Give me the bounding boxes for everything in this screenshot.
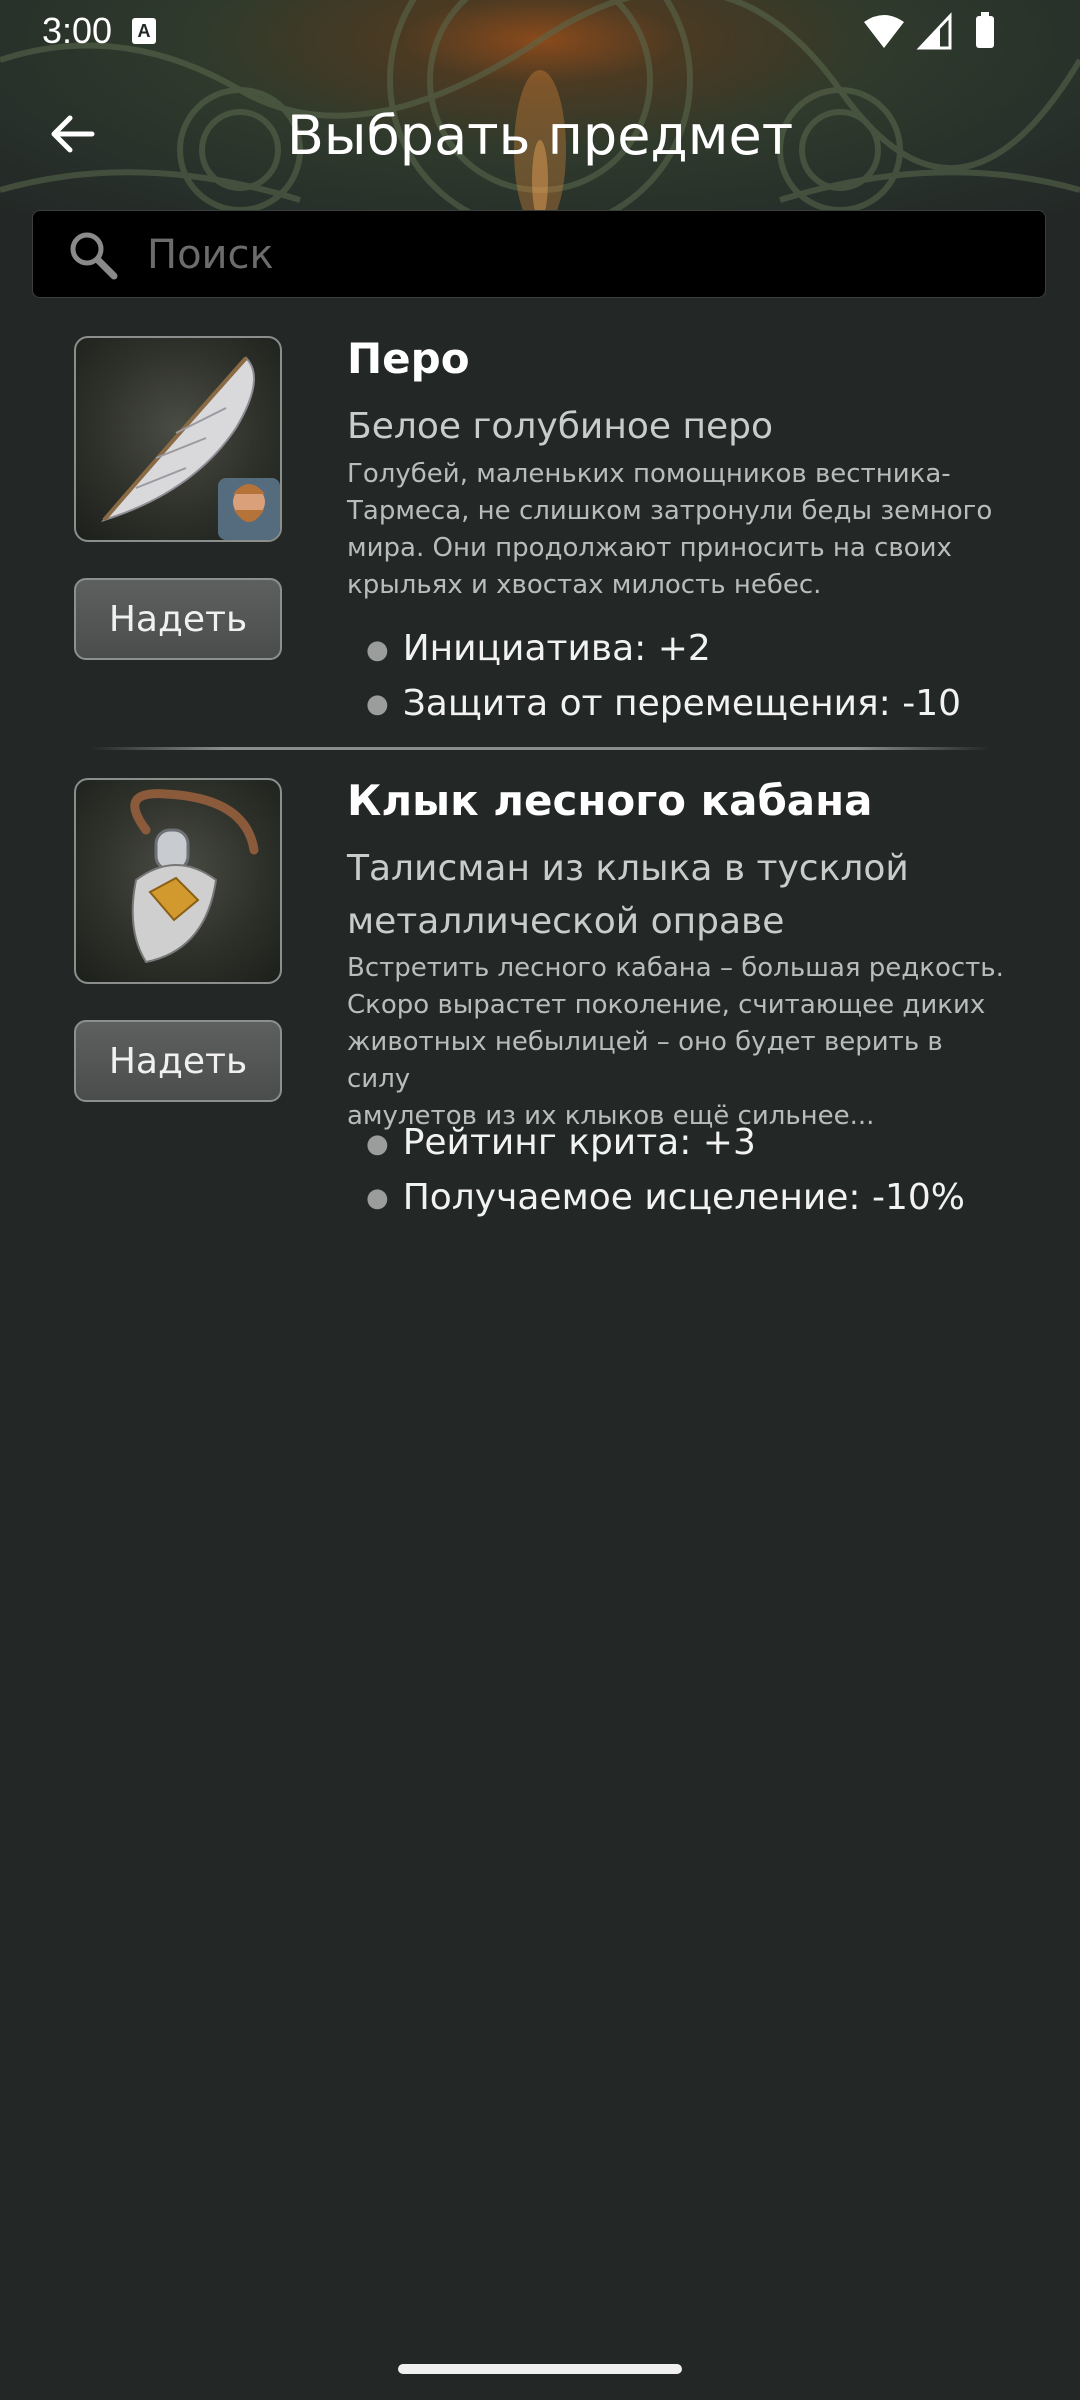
cell-signal-icon: [916, 12, 952, 50]
stat-row: ● Получаемое исцеление: -10%: [366, 1171, 965, 1226]
stat-row: ● Защита от перемещения: -10: [366, 677, 961, 732]
item-image[interactable]: [74, 336, 282, 542]
feather-icon: [100, 356, 280, 540]
battery-icon: [976, 12, 994, 48]
item-subtitle: Талисман из клыка в тусклой металлическо…: [347, 842, 1007, 948]
bullet-icon: ●: [366, 634, 389, 665]
item-description: Встретить лесного кабана – большая редко…: [347, 950, 1007, 1135]
item-divider: [90, 747, 990, 750]
page-title: Выбрать предмет: [286, 104, 794, 167]
stat-text: Защита от перемещения: -10: [402, 682, 962, 724]
description-line: мира. Они продолжают приносить на своих: [347, 533, 952, 563]
description-line: крыльях и хвостах милость небес.: [347, 570, 822, 600]
item-stats: ● Рейтинг крита: +3 ● Получаемое исцеление…: [366, 1116, 965, 1225]
bullet-icon: ●: [366, 689, 389, 719]
description-line: Встретить лесного кабана – большая редко…: [347, 953, 1004, 983]
home-indicator[interactable]: [398, 2364, 682, 2374]
item-title: Перо: [347, 334, 470, 383]
bullet-icon: ●: [366, 1128, 389, 1159]
notification-a-icon: A: [132, 18, 156, 44]
stat-row: ● Инициатива: +2: [366, 622, 961, 677]
subtitle-line: металлической оправе: [347, 901, 785, 942]
bullet-icon: ●: [366, 1183, 389, 1213]
wifi-icon: [864, 15, 904, 48]
stat-text: Получаемое исцеление: -10%: [402, 1176, 966, 1218]
item-stats: ● Инициатива: +2 ● Защита от перемещения: …: [366, 622, 961, 731]
description-line: животных небылицей – оно будет верить в …: [347, 1027, 943, 1094]
status-icons: [864, 12, 994, 50]
stat-text: Рейтинг крита: +3: [402, 1122, 756, 1163]
item-title: Клык лесного кабана: [347, 776, 873, 825]
equip-button[interactable]: Надеть: [74, 578, 282, 660]
description-line: Тармеса, не слишком затронули беды земно…: [347, 496, 993, 526]
description-line: Голубей, маленьких помощников вестника-: [347, 459, 951, 489]
boar-tusk-icon: [130, 789, 259, 964]
search-icon: [70, 232, 118, 280]
search-bar: [32, 210, 1046, 299]
status-bar: 3:00 A: [0, 0, 1080, 64]
item-subtitle: Белое голубиное перо: [347, 406, 774, 447]
equip-button[interactable]: Надеть: [74, 1020, 282, 1102]
search-input[interactable]: [145, 211, 1029, 299]
description-line: Скоро вырастет поколение, считающее дики…: [347, 990, 986, 1020]
stat-row: ● Рейтинг крита: +3: [366, 1116, 965, 1171]
status-time: 3:00: [42, 10, 113, 51]
stat-text: Инициатива: +2: [402, 628, 711, 669]
subtitle-line: Талисман из клыка в тусклой: [347, 848, 909, 889]
item-description: Голубей, маленьких помощников вестника- …: [347, 456, 1007, 604]
item-image[interactable]: [74, 778, 282, 984]
